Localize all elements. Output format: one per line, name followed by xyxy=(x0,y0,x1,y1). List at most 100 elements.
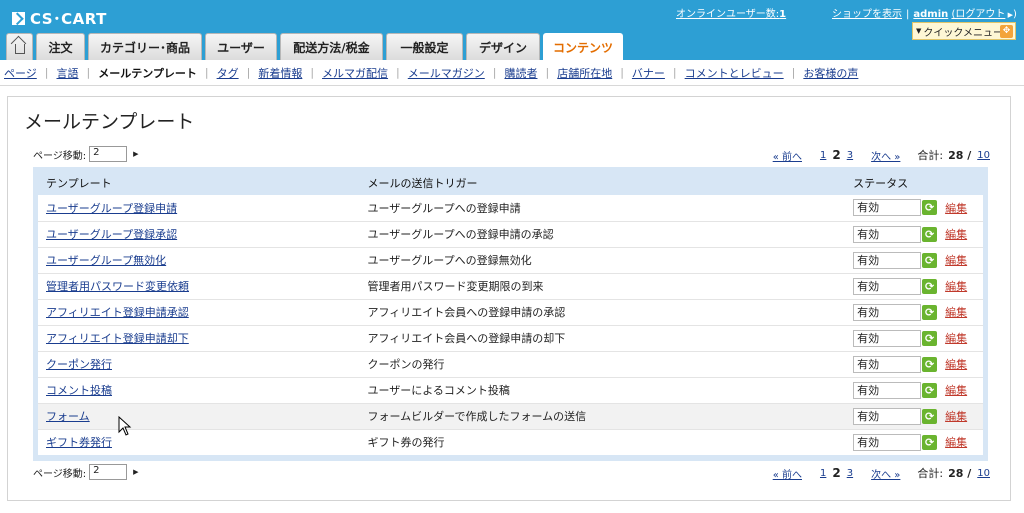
per-page-link[interactable]: 10 xyxy=(977,468,990,479)
logo-icon xyxy=(12,12,25,25)
refresh-icon[interactable]: ⟳ xyxy=(922,330,938,346)
logo[interactable]: CS･CART xyxy=(12,8,107,29)
trigger-text: ユーザーグループへの登録申請 xyxy=(359,195,846,222)
status-select[interactable]: 有効 xyxy=(853,225,922,243)
subnav-newsletters[interactable]: メールマガジン xyxy=(408,65,485,81)
tab-categories-products[interactable]: カテゴリー･商品 xyxy=(88,33,202,60)
template-link[interactable]: アフィリエイト登録申請却下 xyxy=(46,332,189,345)
table-row: ユーザーグループ無効化 ユーザーグループへの登録無効化 有効 ⟳ 編集 xyxy=(38,247,983,274)
subnav-store-locations[interactable]: 店舗所在地 xyxy=(557,65,612,81)
tab-home[interactable] xyxy=(6,33,33,60)
subnav-news[interactable]: 新着情報 xyxy=(258,65,302,81)
template-link[interactable]: ユーザーグループ登録申請 xyxy=(46,202,177,215)
refresh-icon[interactable]: ⟳ xyxy=(922,278,938,294)
prev-page-link[interactable]: « 前へ xyxy=(773,466,802,481)
current-page: 2 xyxy=(832,148,841,162)
status-select[interactable]: 有効 xyxy=(853,199,922,217)
table-row: アフィリエイト登録申請却下 アフィリエイト会員への登録申請の却下 有効 ⟳ 編集 xyxy=(38,325,983,352)
page-3-link[interactable]: 3 xyxy=(847,150,853,161)
status-select[interactable]: 有効 xyxy=(853,407,922,425)
template-link[interactable]: クーポン発行 xyxy=(46,358,112,371)
divider: | xyxy=(44,66,49,79)
tab-settings[interactable]: 一般設定 xyxy=(386,33,463,60)
trigger-text: フォームビルダーで作成したフォームの送信 xyxy=(359,403,846,430)
divider: | xyxy=(791,66,796,79)
refresh-icon[interactable]: ⟳ xyxy=(922,304,938,320)
template-link[interactable]: ユーザーグループ無効化 xyxy=(46,254,166,267)
subnav-newsletter-send[interactable]: メルマガ配信 xyxy=(322,65,388,81)
status-select[interactable]: 有効 xyxy=(853,355,922,373)
subnav-tags[interactable]: タグ xyxy=(217,65,239,81)
per-page-link[interactable]: 10 xyxy=(977,150,990,161)
next-page-link[interactable]: 次へ » xyxy=(871,466,900,481)
edit-link[interactable]: 編集 xyxy=(945,228,967,241)
header-actions xyxy=(937,171,983,195)
logout-link[interactable]: (ログアウト xyxy=(951,9,1005,20)
refresh-icon[interactable]: ⟳ xyxy=(922,200,938,216)
subnav-testimonials[interactable]: お客様の声 xyxy=(803,65,858,81)
edit-link[interactable]: 編集 xyxy=(945,280,967,293)
status-select[interactable]: 有効 xyxy=(853,303,922,321)
edit-link[interactable]: 編集 xyxy=(945,254,967,267)
tab-orders[interactable]: 注文 xyxy=(36,33,85,60)
edit-link[interactable]: 編集 xyxy=(945,306,967,319)
template-link[interactable]: ユーザーグループ登録承認 xyxy=(46,228,177,241)
next-page-link[interactable]: 次へ » xyxy=(871,148,900,163)
refresh-icon[interactable]: ⟳ xyxy=(922,356,938,372)
subnav-banners[interactable]: バナー xyxy=(632,65,665,81)
edit-link[interactable]: 編集 xyxy=(945,384,967,397)
pagination-top: ページ移動: 2 ▶ « 前へ 1 2 3 次へ » 合計: 28 / 10 xyxy=(33,146,993,164)
prev-page-link[interactable]: « 前へ xyxy=(773,148,802,163)
header-status: ステータス xyxy=(853,177,909,190)
page-3-link[interactable]: 3 xyxy=(847,468,853,479)
template-link[interactable]: コメント投稿 xyxy=(46,384,112,397)
template-link[interactable]: ギフト券発行 xyxy=(46,436,112,449)
page-jump-input[interactable]: 2 xyxy=(89,464,128,480)
status-select[interactable]: 有効 xyxy=(853,251,922,269)
edit-link[interactable]: 編集 xyxy=(945,358,967,371)
total-count: 28 / xyxy=(948,148,972,162)
refresh-icon[interactable]: ⟳ xyxy=(922,434,938,450)
view-shop-link[interactable]: ショップを表示 xyxy=(832,9,902,20)
subnav-comments-reviews[interactable]: コメントとレビュー xyxy=(685,65,784,81)
tab-design[interactable]: デザイン xyxy=(466,33,540,60)
mouse-cursor-icon xyxy=(118,416,132,436)
edit-link[interactable]: 編集 xyxy=(945,410,967,423)
tab-users[interactable]: ユーザー xyxy=(205,33,277,60)
trigger-text: アフィリエイト会員への登録申請の承認 xyxy=(359,299,846,326)
subnav-pages[interactable]: ページ xyxy=(4,65,37,81)
subnav-languages[interactable]: 言語 xyxy=(57,65,79,81)
page-1-link[interactable]: 1 xyxy=(820,468,826,479)
tab-content[interactable]: コンテンツ xyxy=(543,33,623,61)
online-users-link[interactable]: オンラインユーザー数:1 xyxy=(676,9,786,20)
refresh-icon[interactable]: ⟳ xyxy=(922,408,938,424)
tab-shipping-taxes[interactable]: 配送方法/税金 xyxy=(280,33,383,60)
page-jump-input[interactable]: 2 xyxy=(89,146,128,162)
subnav-subscribers[interactable]: 購読者 xyxy=(504,65,537,81)
refresh-icon[interactable]: ⟳ xyxy=(922,226,938,242)
pagination-bottom: ページ移動: 2 ▶ « 前へ 1 2 3 次へ » 合計: 28 / 10 xyxy=(33,464,993,482)
template-link[interactable]: 管理者用パスワード変更依頼 xyxy=(46,280,189,293)
quick-menu-button[interactable]: ▼ クイックメニュー ✥ xyxy=(912,22,1016,40)
status-select[interactable]: 有効 xyxy=(853,277,922,295)
status-select[interactable]: 有効 xyxy=(853,381,922,399)
page-jump-go-icon[interactable]: ▶ xyxy=(133,150,138,158)
subnav-email-templates[interactable]: メールテンプレート xyxy=(98,65,197,81)
tab-label: コンテンツ xyxy=(552,41,613,55)
status-select[interactable]: 有効 xyxy=(853,433,922,451)
table-row: クーポン発行 クーポンの発行 有効 ⟳ 編集 xyxy=(38,351,983,378)
refresh-icon[interactable]: ⟳ xyxy=(922,252,938,268)
page-1-link[interactable]: 1 xyxy=(820,150,826,161)
edit-link[interactable]: 編集 xyxy=(945,436,967,449)
edit-link[interactable]: 編集 xyxy=(945,202,967,215)
status-select[interactable]: 有効 xyxy=(853,329,922,347)
page-jump-go-icon[interactable]: ▶ xyxy=(133,468,138,476)
quick-menu-move-icon[interactable]: ✥ xyxy=(1000,25,1013,38)
divider: | xyxy=(545,66,550,79)
template-link[interactable]: フォーム xyxy=(46,410,90,423)
template-link[interactable]: アフィリエイト登録申請承認 xyxy=(46,306,189,319)
edit-link[interactable]: 編集 xyxy=(945,332,967,345)
refresh-icon[interactable]: ⟳ xyxy=(922,382,938,398)
divider: | xyxy=(492,66,497,79)
admin-user-link[interactable]: admin xyxy=(913,9,948,20)
